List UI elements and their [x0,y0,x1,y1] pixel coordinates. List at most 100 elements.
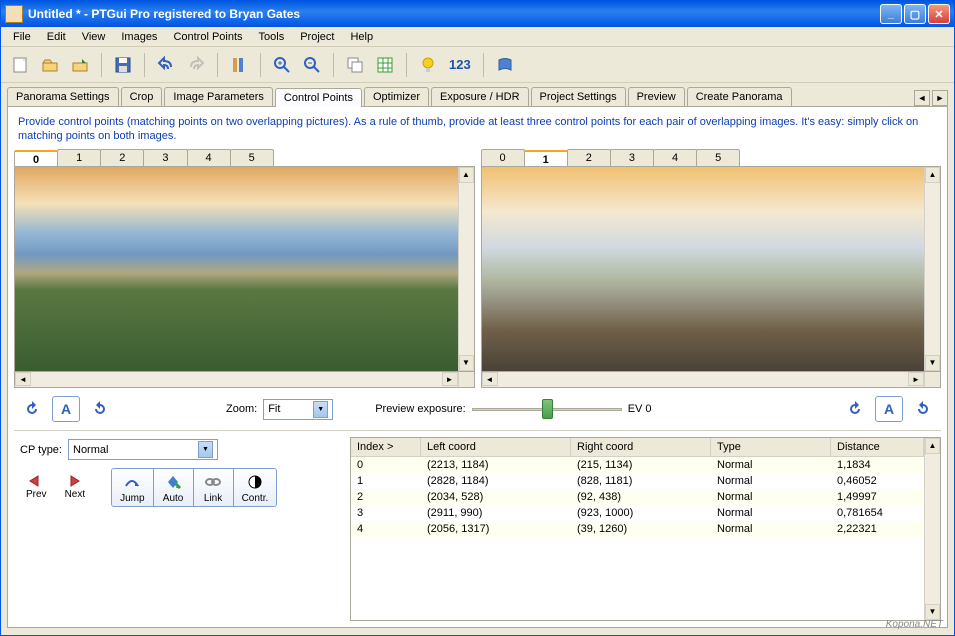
auto-a-button-right[interactable]: A [875,396,903,422]
redo-icon[interactable] [183,52,209,78]
left-image-tab-4[interactable]: 4 [187,149,231,167]
menu-file[interactable]: File [5,29,39,45]
tabs-scroll-right-icon[interactable]: ► [932,90,948,106]
right-pane: 0 1 2 3 4 5 ▲▼ ◄► [481,149,942,388]
menu-view[interactable]: View [74,29,114,45]
zoom-out-icon[interactable] [299,52,325,78]
tab-preview[interactable]: Preview [628,87,685,106]
menu-project[interactable]: Project [292,29,342,45]
preview-exposure-label: Preview exposure: [375,403,466,415]
main-tabs: Panorama Settings Crop Image Parameters … [1,83,954,106]
left-pane: 0 1 2 3 4 5 ▲▼ ◄► [14,149,475,388]
right-vscroll[interactable]: ▲▼ [924,167,940,371]
zoom-in-icon[interactable] [269,52,295,78]
right-image-view[interactable]: ▲▼ [481,166,942,372]
left-image-tab-2[interactable]: 2 [100,149,144,167]
mid-controls: A Zoom: Fit▼ Preview exposure: EV 0 A [14,388,941,428]
rotate-ccw-right-icon[interactable] [841,396,869,422]
bottom-panel: CP type: Normal▼ Prev Next Jump Auto Lin… [14,430,941,621]
table-body: 0(2213, 1184)(215, 1134)Normal1,18341(28… [351,457,924,620]
table-row[interactable]: 1(2828, 1184)(828, 1181)Normal0,46052 [351,473,924,489]
table-row[interactable]: 0(2213, 1184)(215, 1134)Normal1,1834 [351,457,924,473]
tab-crop[interactable]: Crop [121,87,163,106]
rotate-cw-icon[interactable] [86,396,114,422]
auto-button[interactable]: Auto [154,469,194,506]
minimize-button[interactable]: _ [880,4,902,24]
tab-project-settings[interactable]: Project Settings [531,87,626,106]
cp-type-combo[interactable]: Normal▼ [68,439,218,460]
app-icon [5,5,23,23]
titlebar: Untitled * - PTGui Pro registered to Bry… [1,1,954,27]
left-image-view[interactable]: ▲▼ [14,166,475,372]
right-hscroll[interactable]: ◄► [481,372,942,388]
save-project-icon[interactable] [110,52,136,78]
window-title: Untitled * - PTGui Pro registered to Bry… [28,7,880,21]
control-points-table: Index > Left coord Right coord Type Dist… [350,437,941,621]
open-with-arrow-icon[interactable] [67,52,93,78]
table-row[interactable]: 4(2056, 1317)(39, 1260)Normal2,22321 [351,521,924,537]
exposure-value: EV 0 [628,403,652,415]
auto-a-button-left[interactable]: A [52,396,80,422]
left-image-tab-3[interactable]: 3 [143,149,187,167]
align-tools-icon[interactable] [226,52,252,78]
th-distance[interactable]: Distance [831,438,924,456]
window-buttons: _ ▢ ✕ [880,4,950,24]
left-image-tab-1[interactable]: 1 [57,149,101,167]
rotate-ccw-icon[interactable] [18,396,46,422]
numbers-label[interactable]: 123 [445,57,475,72]
exposure-slider[interactable] [472,399,622,419]
cp-type-label: CP type: [20,444,62,456]
idea-icon[interactable] [415,52,441,78]
watermark: Kopona.NET [886,619,943,630]
instructions-text: Provide control points (matching points … [14,113,941,149]
zoom-label: Zoom: [226,403,257,415]
close-button[interactable]: ✕ [928,4,950,24]
dual-image-panes: 0 1 2 3 4 5 ▲▼ ◄► 0 1 2 3 4 5 [14,149,941,388]
toolbar: 123 [1,47,954,83]
copy-icon[interactable] [342,52,368,78]
tabs-scroll-left-icon[interactable]: ◄ [914,90,930,106]
table-row[interactable]: 3(2911, 990)(923, 1000)Normal0,781654 [351,505,924,521]
next-button[interactable]: Next [59,475,92,500]
prev-button[interactable]: Prev [20,475,53,500]
jump-button[interactable]: Jump [112,469,153,506]
left-hscroll[interactable]: ◄► [14,372,475,388]
table-vscroll[interactable]: ▲▼ [924,438,940,620]
rotate-cw-right-icon[interactable] [909,396,937,422]
left-image-tab-5[interactable]: 5 [230,149,274,167]
undo-icon[interactable] [153,52,179,78]
left-vscroll[interactable]: ▲▼ [458,167,474,371]
tab-panorama-settings[interactable]: Panorama Settings [7,87,119,106]
right-image-tab-3[interactable]: 3 [610,149,654,167]
table-header: Index > Left coord Right coord Type Dist… [351,438,924,457]
menu-help[interactable]: Help [342,29,381,45]
menubar: File Edit View Images Control Points Too… [1,27,954,47]
open-project-icon[interactable] [37,52,63,78]
help-book-icon[interactable] [492,52,518,78]
spreadsheet-icon[interactable] [372,52,398,78]
th-type[interactable]: Type [711,438,831,456]
right-image-tab-5[interactable]: 5 [696,149,740,167]
right-image-tab-2[interactable]: 2 [567,149,611,167]
menu-control-points[interactable]: Control Points [165,29,250,45]
right-image-tab-4[interactable]: 4 [653,149,697,167]
th-index[interactable]: Index > [351,438,421,456]
new-project-icon[interactable] [7,52,33,78]
th-right-coord[interactable]: Right coord [571,438,711,456]
link-button[interactable]: Link [194,469,234,506]
right-image-tab-0[interactable]: 0 [481,149,525,167]
tab-control-points[interactable]: Control Points [275,88,362,107]
tab-create-panorama[interactable]: Create Panorama [687,87,792,106]
tab-optimizer[interactable]: Optimizer [364,87,429,106]
menu-edit[interactable]: Edit [39,29,74,45]
contrast-button[interactable]: Contr. [234,469,277,506]
content-area: Provide control points (matching points … [7,106,948,628]
table-row[interactable]: 2(2034, 528)(92, 438)Normal1,49997 [351,489,924,505]
menu-images[interactable]: Images [113,29,165,45]
tab-exposure-hdr[interactable]: Exposure / HDR [431,87,528,106]
maximize-button[interactable]: ▢ [904,4,926,24]
zoom-combo[interactable]: Fit▼ [263,399,333,420]
menu-tools[interactable]: Tools [251,29,293,45]
th-left-coord[interactable]: Left coord [421,438,571,456]
tab-image-parameters[interactable]: Image Parameters [164,87,272,106]
